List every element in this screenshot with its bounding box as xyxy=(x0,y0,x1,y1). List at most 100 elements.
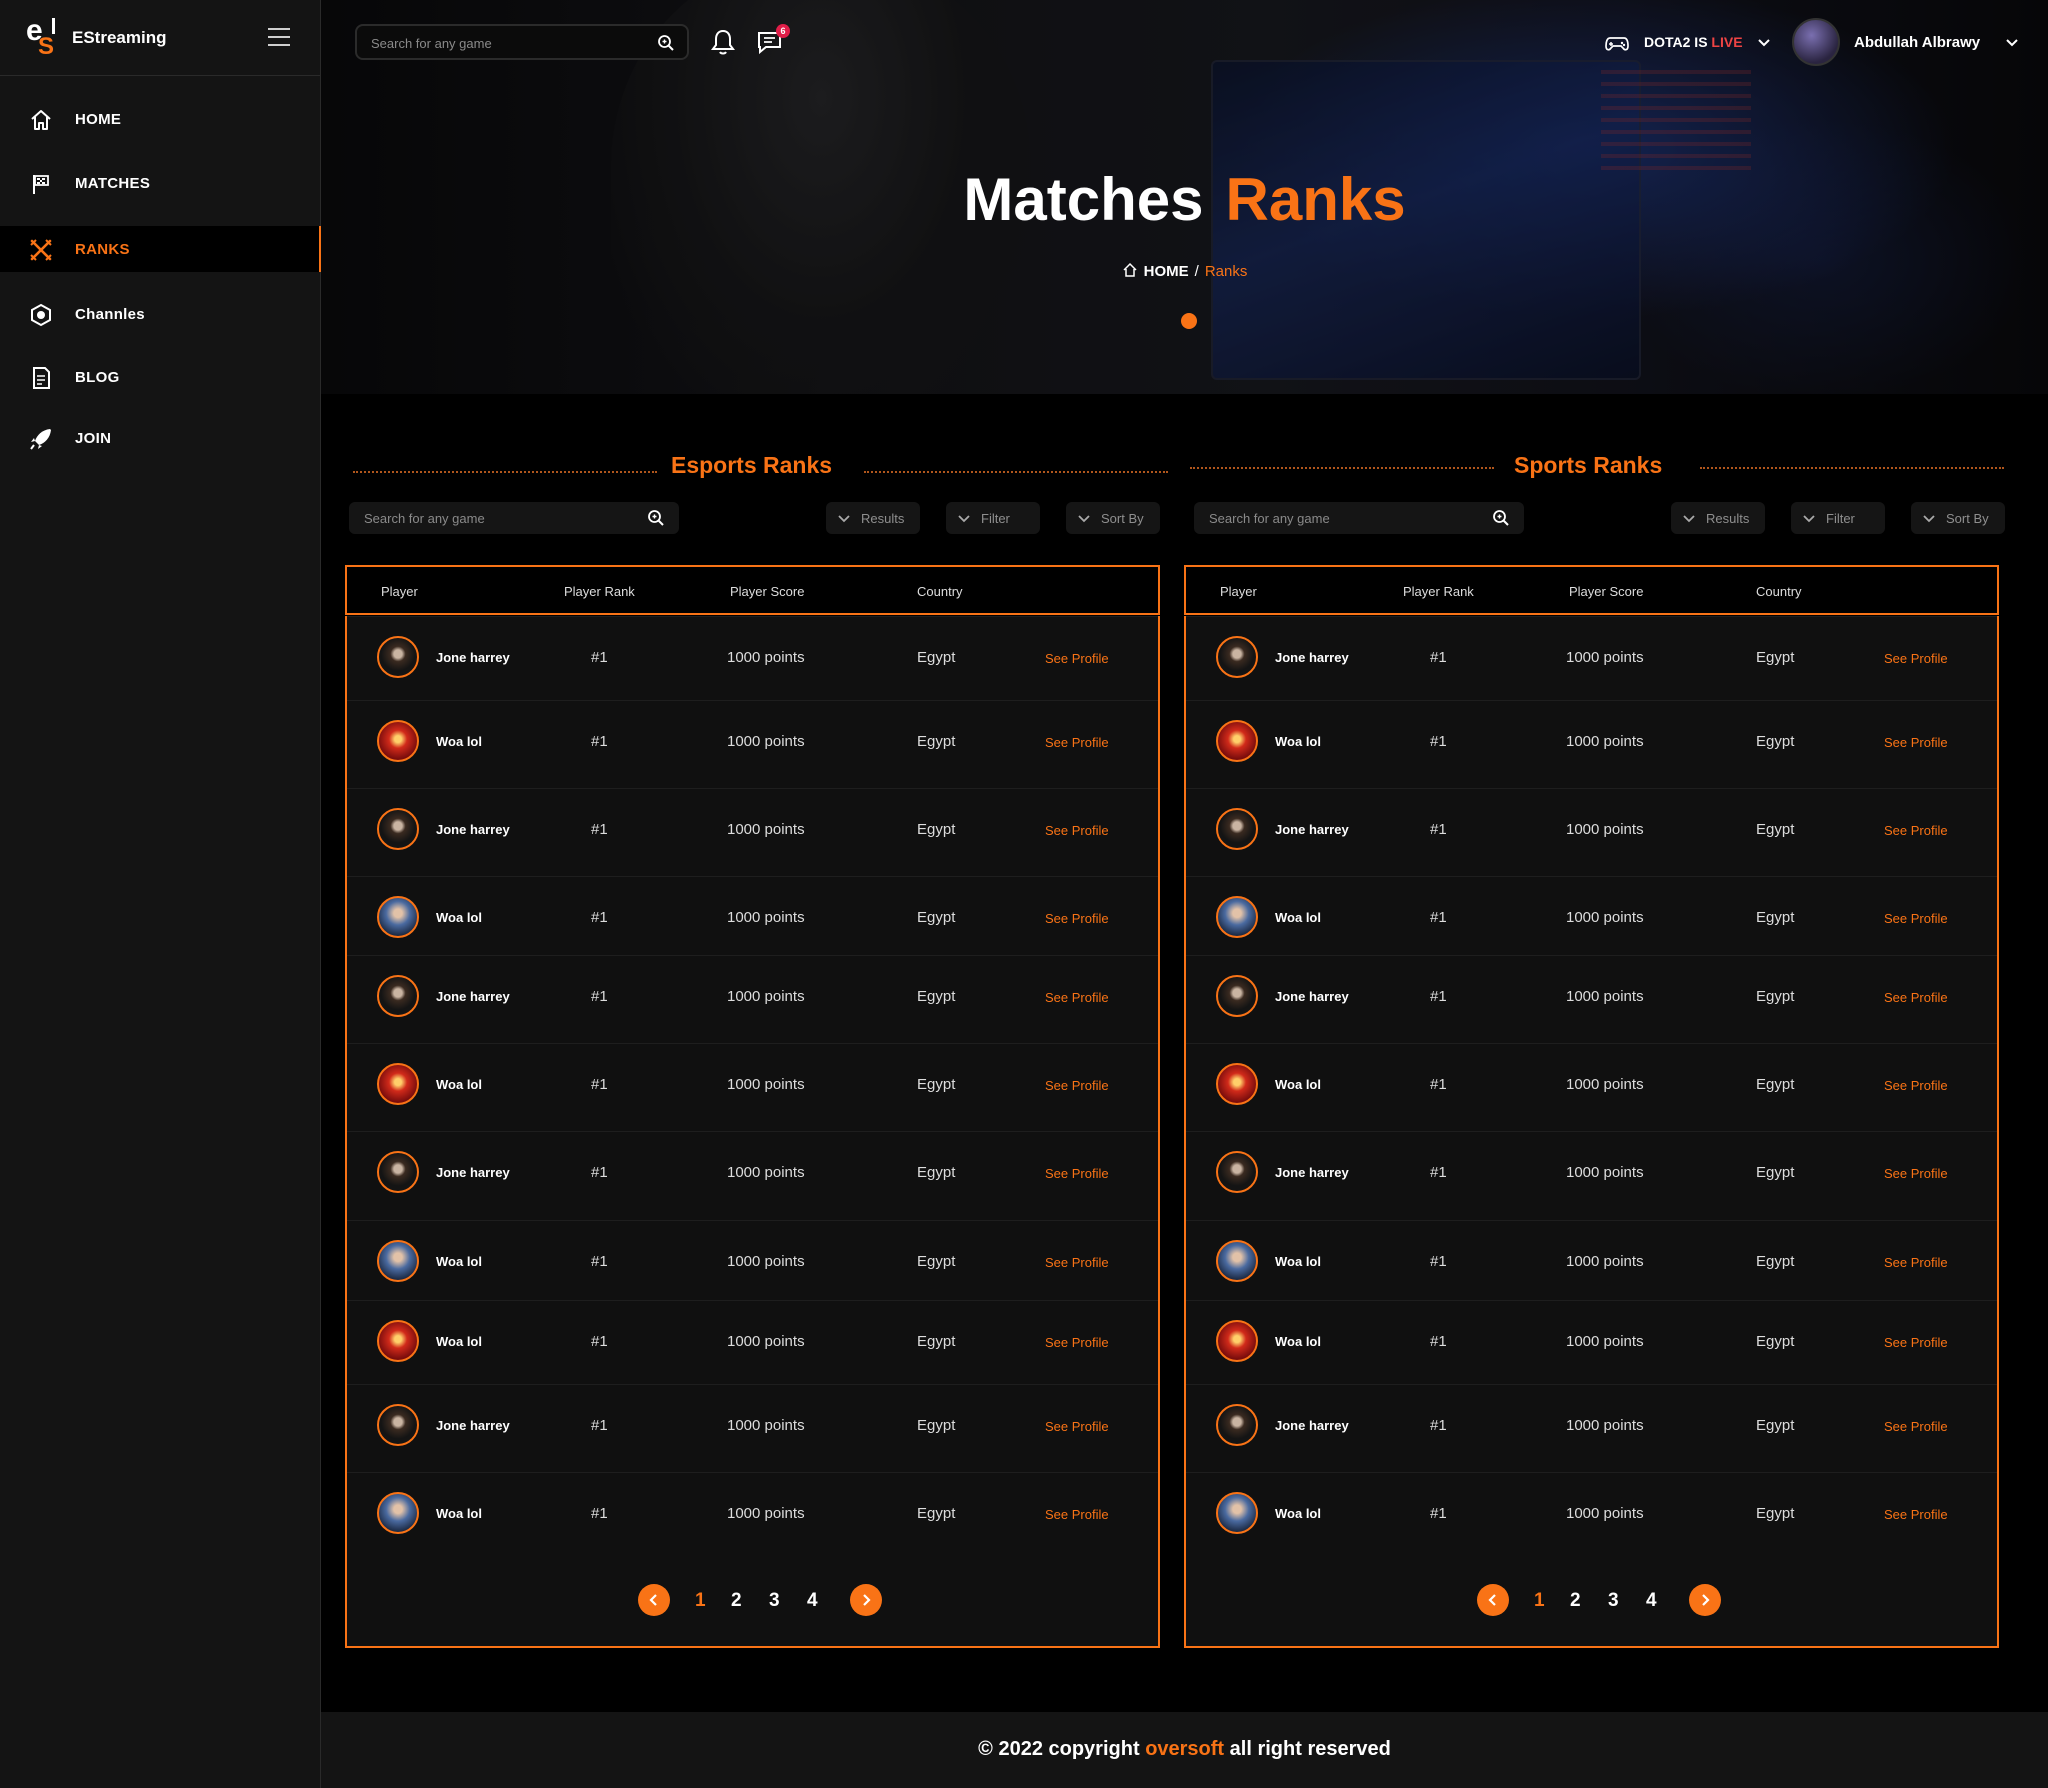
player-avatar[interactable] xyxy=(377,896,419,938)
sidebar-item-ranks[interactable]: RANKS xyxy=(0,226,321,272)
player-avatar[interactable] xyxy=(1216,720,1258,762)
sidebar-item-channels[interactable]: Channles xyxy=(0,291,321,337)
player-avatar[interactable] xyxy=(377,808,419,850)
player-avatar[interactable] xyxy=(377,1151,419,1193)
sort-by-dropdown[interactable]: Sort By xyxy=(1066,502,1160,534)
player-name[interactable]: Woa lol xyxy=(436,1254,482,1269)
company-link[interactable]: oversoft xyxy=(1145,1738,1224,1760)
player-name[interactable]: Woa lol xyxy=(1275,1506,1321,1521)
player-name[interactable]: Woa lol xyxy=(436,1334,482,1349)
breadcrumb-home-link[interactable]: HOME xyxy=(1144,263,1189,280)
previous-page-button[interactable] xyxy=(638,1584,670,1616)
see-profile-link[interactable]: See Profile xyxy=(1045,1507,1109,1522)
player-name[interactable]: Jone harrey xyxy=(1275,1418,1349,1433)
filter-dropdown[interactable]: Filter xyxy=(946,502,1040,534)
see-profile-link[interactable]: See Profile xyxy=(1884,823,1948,838)
sort-by-dropdown[interactable]: Sort By xyxy=(1911,502,2005,534)
see-profile-link[interactable]: See Profile xyxy=(1884,735,1948,750)
search-input[interactable] xyxy=(371,34,641,52)
next-page-button[interactable] xyxy=(1689,1584,1721,1616)
player-avatar[interactable] xyxy=(1216,1404,1258,1446)
sidebar-item-matches[interactable]: MATCHES xyxy=(0,160,321,206)
see-profile-link[interactable]: See Profile xyxy=(1884,1507,1948,1522)
see-profile-link[interactable]: See Profile xyxy=(1045,1255,1109,1270)
see-profile-link[interactable]: See Profile xyxy=(1884,651,1948,666)
results-dropdown[interactable]: Results xyxy=(826,502,920,534)
player-name[interactable]: Woa lol xyxy=(436,1077,482,1092)
see-profile-link[interactable]: See Profile xyxy=(1045,1078,1109,1093)
player-name[interactable]: Jone harrey xyxy=(436,1165,510,1180)
player-avatar[interactable] xyxy=(377,1320,419,1362)
player-avatar[interactable] xyxy=(1216,808,1258,850)
notification-bell-icon[interactable] xyxy=(710,28,736,56)
filter-dropdown[interactable]: Filter xyxy=(1791,502,1885,534)
see-profile-link[interactable]: See Profile xyxy=(1884,1335,1948,1350)
page-number[interactable]: 3 xyxy=(1608,1590,1619,1612)
page-number[interactable]: 4 xyxy=(807,1590,818,1612)
see-profile-link[interactable]: See Profile xyxy=(1045,1419,1109,1434)
player-name[interactable]: Jone harrey xyxy=(1275,822,1349,837)
player-name[interactable]: Jone harrey xyxy=(436,989,510,1004)
player-name[interactable]: Jone harrey xyxy=(436,1418,510,1433)
see-profile-link[interactable]: See Profile xyxy=(1045,735,1109,750)
see-profile-link[interactable]: See Profile xyxy=(1045,823,1109,838)
player-avatar[interactable] xyxy=(1216,1320,1258,1362)
player-name[interactable]: Jone harrey xyxy=(436,822,510,837)
page-number[interactable]: 1 xyxy=(1534,1590,1545,1612)
carousel-indicator[interactable] xyxy=(1181,313,1197,329)
player-name[interactable]: Jone harrey xyxy=(1275,1165,1349,1180)
see-profile-link[interactable]: See Profile xyxy=(1884,1166,1948,1181)
sidebar-item-join[interactable]: JOIN xyxy=(0,415,321,461)
player-avatar[interactable] xyxy=(377,636,419,678)
see-profile-link[interactable]: See Profile xyxy=(1045,651,1109,666)
player-avatar[interactable] xyxy=(377,1492,419,1534)
player-avatar[interactable] xyxy=(377,1240,419,1282)
player-avatar[interactable] xyxy=(377,1404,419,1446)
next-page-button[interactable] xyxy=(850,1584,882,1616)
player-name[interactable]: Woa lol xyxy=(1275,910,1321,925)
page-number[interactable]: 2 xyxy=(731,1590,742,1612)
see-profile-link[interactable]: See Profile xyxy=(1045,1335,1109,1350)
player-avatar[interactable] xyxy=(1216,896,1258,938)
player-name[interactable]: Woa lol xyxy=(436,1506,482,1521)
player-name[interactable]: Woa lol xyxy=(436,910,482,925)
search-icon[interactable] xyxy=(647,509,665,527)
player-avatar[interactable] xyxy=(1216,1151,1258,1193)
previous-page-button[interactable] xyxy=(1477,1584,1509,1616)
player-avatar[interactable] xyxy=(377,720,419,762)
messages-button[interactable]: 6 xyxy=(756,24,790,56)
player-name[interactable]: Woa lol xyxy=(436,734,482,749)
see-profile-link[interactable]: See Profile xyxy=(1045,911,1109,926)
search-icon[interactable] xyxy=(657,34,675,52)
sidebar-item-blog[interactable]: BLOG xyxy=(0,354,321,400)
player-name[interactable]: Jone harrey xyxy=(1275,650,1349,665)
page-number[interactable]: 1 xyxy=(695,1590,706,1612)
see-profile-link[interactable]: See Profile xyxy=(1884,1255,1948,1270)
player-name[interactable]: Woa lol xyxy=(1275,1334,1321,1349)
sidebar-item-home[interactable]: HOME xyxy=(0,96,321,142)
see-profile-link[interactable]: See Profile xyxy=(1884,1078,1948,1093)
see-profile-link[interactable]: See Profile xyxy=(1884,1419,1948,1434)
player-name[interactable]: Jone harrey xyxy=(1275,989,1349,1004)
player-avatar[interactable] xyxy=(1216,1240,1258,1282)
search-input[interactable] xyxy=(1209,510,1479,526)
search-input[interactable] xyxy=(364,510,634,526)
player-avatar[interactable] xyxy=(1216,636,1258,678)
player-avatar[interactable] xyxy=(1216,975,1258,1017)
see-profile-link[interactable]: See Profile xyxy=(1045,1166,1109,1181)
page-number[interactable]: 3 xyxy=(769,1590,780,1612)
page-number[interactable]: 2 xyxy=(1570,1590,1581,1612)
player-name[interactable]: Woa lol xyxy=(1275,734,1321,749)
see-profile-link[interactable]: See Profile xyxy=(1045,990,1109,1005)
see-profile-link[interactable]: See Profile xyxy=(1884,911,1948,926)
player-name[interactable]: Woa lol xyxy=(1275,1077,1321,1092)
player-avatar[interactable] xyxy=(377,1063,419,1105)
menu-toggle-icon[interactable] xyxy=(268,28,292,48)
player-name[interactable]: Jone harrey xyxy=(436,650,510,665)
see-profile-link[interactable]: See Profile xyxy=(1884,990,1948,1005)
page-number[interactable]: 4 xyxy=(1646,1590,1657,1612)
player-avatar[interactable] xyxy=(1216,1063,1258,1105)
results-dropdown[interactable]: Results xyxy=(1671,502,1765,534)
player-name[interactable]: Woa lol xyxy=(1275,1254,1321,1269)
player-avatar[interactable] xyxy=(1216,1492,1258,1534)
